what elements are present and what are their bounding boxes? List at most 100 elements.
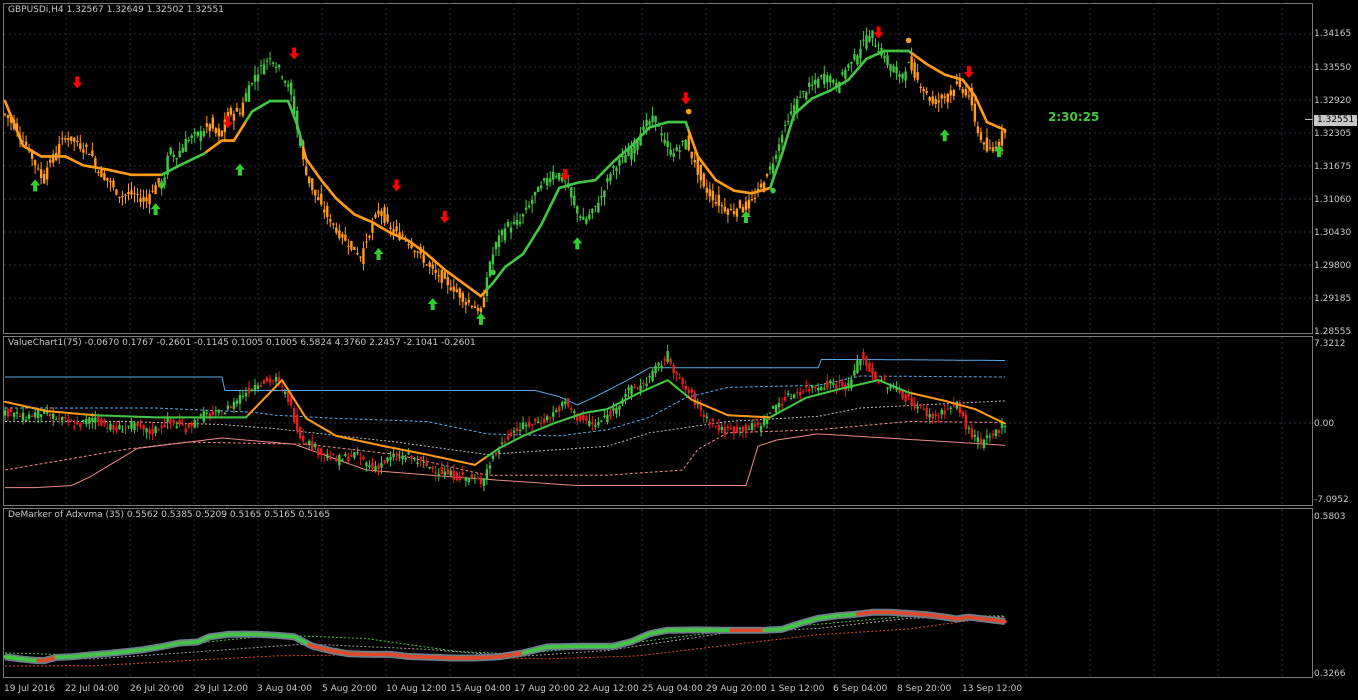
- value-candle-body: [121, 431, 124, 433]
- candle-body: [551, 171, 555, 180]
- value-candle-body: [244, 392, 248, 397]
- value-candle-body: [702, 414, 705, 418]
- value-candle-body: [693, 392, 696, 405]
- value-candle-body: [567, 398, 570, 407]
- current-price-marker: 1.32551: [1314, 115, 1357, 126]
- value-candle-body: [805, 386, 808, 388]
- candle-body: [594, 205, 597, 207]
- candle-body: [759, 183, 763, 188]
- candle-body: [874, 45, 877, 47]
- candle-body: [1000, 130, 1004, 146]
- candle-body: [768, 166, 772, 170]
- value-candle-body: [503, 441, 507, 443]
- value-candle-body: [374, 466, 377, 472]
- value-candle-body: [714, 425, 718, 427]
- value-candle-body: [380, 463, 383, 468]
- value-candle-body: [868, 362, 871, 373]
- value-candle-body: [585, 415, 588, 421]
- buy-arrow-icon: [572, 237, 583, 250]
- value-candle-body: [747, 428, 751, 430]
- value-candle-body: [18, 415, 22, 418]
- value-candle-body: [841, 381, 844, 386]
- candle-body: [214, 128, 218, 134]
- value-candle-body: [301, 435, 305, 442]
- value-candle-body: [82, 419, 85, 422]
- candle-body: [916, 72, 919, 80]
- value-candle-body: [184, 428, 187, 433]
- value-candle-body: [295, 414, 299, 432]
- value-candle-body: [292, 407, 296, 422]
- candle-body: [904, 71, 907, 81]
- candle-body: [223, 119, 227, 132]
- value-candle-body: [811, 385, 814, 388]
- value-candle-body: [329, 457, 332, 460]
- value-candle-body: [798, 392, 802, 396]
- value-candle-body: [901, 391, 904, 399]
- value-candle-body: [323, 453, 326, 456]
- candle-body: [332, 223, 335, 225]
- candle-body: [3, 113, 7, 115]
- buy-arrow-icon: [939, 129, 950, 142]
- candle-body: [660, 133, 663, 136]
- candle-body: [148, 194, 151, 205]
- signal-dot: [490, 269, 496, 276]
- value-candle-body: [518, 429, 522, 432]
- value-candle-body: [711, 418, 715, 422]
- candle-body: [666, 140, 669, 147]
- value-candle-body: [633, 386, 636, 388]
- candle-body: [130, 190, 133, 195]
- value-candle-body: [735, 426, 739, 433]
- value-candle-body: [934, 414, 937, 416]
- candle-body: [112, 180, 115, 188]
- candle-body: [286, 84, 290, 87]
- value-candle-body: [545, 416, 549, 421]
- value-candle-body: [338, 455, 341, 466]
- candle-body: [127, 192, 130, 194]
- value-candle-body: [488, 465, 492, 469]
- value-candle-body: [615, 407, 618, 414]
- candle-body: [280, 76, 284, 78]
- value-candle-body: [407, 452, 410, 455]
- candle-body: [232, 113, 236, 121]
- value-candle-body: [443, 471, 446, 476]
- candle-body: [901, 73, 904, 79]
- candle-body: [910, 56, 913, 71]
- value-candle-body: [341, 459, 344, 461]
- candle-body: [699, 164, 702, 181]
- candle-body: [136, 194, 139, 196]
- candle-body: [350, 240, 353, 250]
- value-candle-body: [398, 456, 401, 458]
- value-candle-body: [136, 422, 139, 427]
- candle-body: [651, 115, 654, 122]
- candle-body: [786, 120, 790, 122]
- value-candle-body: [937, 415, 940, 417]
- value-candle-body: [217, 410, 221, 413]
- candle-body: [687, 135, 690, 151]
- value-candle-body: [127, 425, 130, 427]
- candle-body: [714, 201, 718, 204]
- value-candle-body: [413, 457, 416, 460]
- value-candle-body: [913, 403, 916, 408]
- value-candle-body: [594, 425, 597, 427]
- time-axis-label: 25 Aug 04:00: [642, 684, 703, 694]
- candle-body: [820, 75, 823, 77]
- value-candle-body: [910, 397, 913, 406]
- candle-body: [169, 147, 172, 155]
- value-candle-body: [362, 456, 365, 460]
- value-candle-body: [437, 473, 440, 475]
- candle-body: [533, 191, 537, 196]
- value-candle-body: [904, 394, 907, 402]
- value-candle-body: [139, 424, 142, 426]
- value-candle-body: [609, 411, 612, 417]
- value-candle-body: [317, 448, 320, 455]
- demarker-main-outline: [4, 608, 1006, 665]
- candle-body: [711, 190, 715, 201]
- candle-body: [479, 308, 483, 313]
- candle-body: [814, 79, 817, 85]
- candle-body: [798, 97, 802, 99]
- candle-body: [184, 139, 187, 152]
- value-candle-body: [320, 448, 323, 456]
- candle-body: [988, 147, 992, 149]
- candle-body: [624, 155, 627, 163]
- value-candle-body: [446, 468, 449, 475]
